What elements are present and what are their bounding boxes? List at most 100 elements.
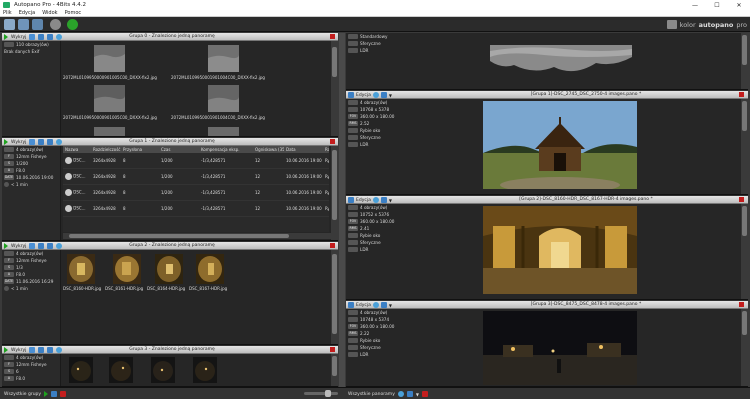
edit-icon[interactable] [348, 197, 354, 203]
chevron-down-icon[interactable]: ▼ [389, 303, 392, 308]
maximize-button[interactable]: ☐ [706, 0, 728, 10]
column-name[interactable]: Nazwa [63, 147, 91, 152]
play-icon[interactable] [4, 347, 8, 353]
gear-icon[interactable] [56, 139, 63, 145]
grid-view-icon[interactable] [32, 19, 43, 30]
import-icon[interactable] [51, 391, 58, 397]
panorama-scrollbar[interactable] [741, 33, 748, 89]
thumbnail[interactable] [208, 127, 239, 137]
image-icon[interactable] [38, 139, 45, 145]
group-scrollbar[interactable] [331, 41, 338, 136]
thumbnail[interactable] [94, 85, 125, 112]
menu-help[interactable]: Pomoc [65, 10, 82, 16]
gear-icon[interactable] [372, 302, 379, 308]
panorama-preview[interactable] [483, 311, 637, 385]
close-panorama-icon[interactable] [739, 92, 744, 97]
edit-icon[interactable] [348, 302, 354, 308]
image-settings-icon[interactable] [47, 347, 54, 353]
close-button[interactable]: ✕ [728, 0, 750, 10]
panorama-preview[interactable] [484, 37, 638, 79]
close-panorama-icon[interactable] [739, 197, 744, 202]
panorama-scrollbar[interactable] [741, 99, 748, 194]
menu-view[interactable]: Widok [42, 10, 57, 16]
thumbnail[interactable] [196, 254, 224, 284]
thumbnail[interactable] [109, 357, 133, 383]
close-group-icon[interactable] [330, 34, 335, 39]
render-icon[interactable] [380, 92, 387, 98]
minimize-button[interactable]: — [684, 0, 706, 10]
table-row[interactable]: DSC... 3264x4928 8 1/200 -1/3,428571 12 10.06… [63, 185, 329, 201]
image-icon[interactable] [38, 347, 45, 353]
gear-icon[interactable] [56, 347, 63, 353]
table-hscrollbar[interactable] [63, 233, 331, 239]
tools-icon[interactable] [29, 139, 36, 145]
menu-edit[interactable]: Edycja [19, 10, 36, 16]
gear-icon[interactable] [56, 243, 63, 249]
thumbnail[interactable] [113, 254, 141, 284]
thumbnail[interactable] [193, 357, 217, 383]
panorama-scrollbar[interactable] [741, 204, 748, 299]
panorama-preview[interactable] [483, 101, 637, 189]
panorama-scrollbar[interactable] [741, 309, 748, 386]
image-settings-icon[interactable] [47, 34, 54, 40]
tools-icon[interactable] [29, 34, 36, 40]
gear-icon[interactable] [372, 197, 379, 203]
gear-icon[interactable] [372, 92, 379, 98]
panorama-preview[interactable] [483, 206, 637, 294]
column-exposure[interactable]: Kompensacja eksp. [199, 147, 253, 152]
play-icon[interactable] [4, 139, 8, 145]
render-icon[interactable] [380, 197, 387, 203]
column-date[interactable]: Data [284, 147, 323, 152]
detect-button[interactable]: Wykryj [11, 140, 26, 145]
delete-panoramas-icon[interactable] [421, 391, 428, 397]
render-icon[interactable] [380, 302, 387, 308]
image-settings-icon[interactable] [47, 243, 54, 249]
column-focal[interactable]: Ogniskowa (35mm) [253, 147, 284, 152]
thumbnail[interactable] [69, 357, 93, 383]
close-group-icon[interactable] [330, 243, 335, 248]
detect-button[interactable]: Wykryj [11, 35, 26, 40]
image-settings-icon[interactable] [47, 139, 54, 145]
thumbnail[interactable] [208, 85, 239, 112]
thumbnail[interactable] [151, 357, 175, 383]
tools-icon[interactable] [29, 243, 36, 249]
edit-button[interactable]: Edycja [356, 198, 371, 203]
group-scrollbar[interactable] [331, 146, 338, 240]
edit-icon[interactable] [348, 92, 354, 98]
import-images-icon[interactable] [18, 19, 29, 30]
column-resolution[interactable]: Rozdzielczość [91, 147, 121, 152]
open-folder-icon[interactable] [4, 19, 15, 30]
chevron-down-icon[interactable]: ▼ [416, 392, 419, 397]
tools-icon[interactable] [29, 347, 36, 353]
thumbnail[interactable] [208, 45, 239, 72]
close-group-icon[interactable] [330, 139, 335, 144]
settings-gear-icon[interactable] [50, 19, 61, 30]
table-row[interactable]: DSC... 3264x4928 8 1/200 -1/3,428571 12 10.06… [63, 201, 329, 217]
help-icon[interactable] [67, 19, 78, 30]
column-time[interactable]: Czas [159, 147, 199, 152]
group-scrollbar[interactable] [331, 250, 338, 344]
thumbnail-zoom-slider[interactable] [304, 390, 338, 397]
thumbnail[interactable] [94, 45, 125, 72]
thumbnail[interactable] [94, 127, 125, 137]
edit-button[interactable]: Edycja [356, 303, 371, 308]
chevron-down-icon[interactable]: ▼ [389, 93, 392, 98]
detect-all-icon[interactable] [44, 391, 49, 397]
play-icon[interactable] [4, 34, 8, 40]
close-group-icon[interactable] [330, 347, 335, 352]
table-row[interactable]: DSC... 3264x4928 8 1/200 -1/3,428571 12 10.06… [63, 169, 329, 185]
edit-button[interactable]: Edycja [356, 93, 371, 98]
thumbnail[interactable] [67, 254, 95, 284]
delete-groups-icon[interactable] [60, 391, 67, 397]
pane-splitter[interactable] [339, 33, 345, 387]
image-icon[interactable] [38, 243, 45, 249]
play-icon[interactable] [4, 243, 8, 249]
render-all-icon[interactable] [406, 391, 413, 397]
menu-file[interactable]: Plik [3, 10, 12, 16]
column-aperture[interactable]: Przysłona [121, 147, 159, 152]
gear-icon[interactable] [397, 391, 404, 397]
chevron-down-icon[interactable]: ▼ [389, 198, 392, 203]
detect-button[interactable]: Wykryj [11, 244, 26, 249]
column-ro[interactable]: Ro [323, 147, 329, 152]
slider-knob[interactable] [325, 390, 331, 397]
